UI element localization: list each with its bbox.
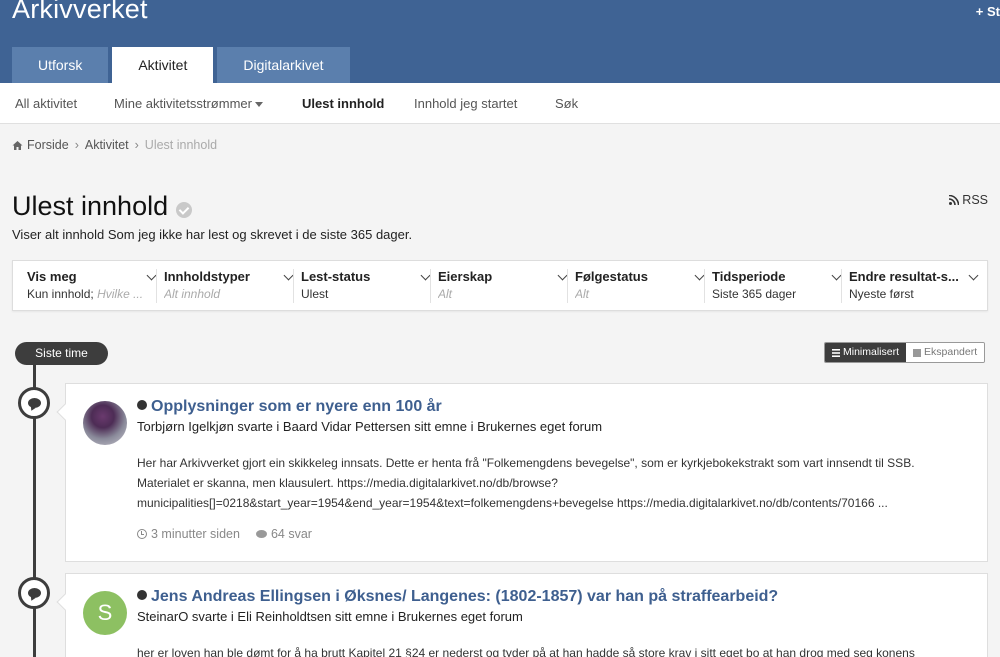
chevron-down-icon xyxy=(694,270,705,281)
rss-icon xyxy=(949,195,960,205)
view-expanded-button[interactable]: Ekspandert xyxy=(906,343,985,362)
tab-aktivitet[interactable]: Aktivitet xyxy=(112,47,214,83)
breadcrumb-separator: › xyxy=(74,138,79,152)
tab-utforsk[interactable]: Utforsk xyxy=(12,47,109,83)
chevron-down-icon xyxy=(420,270,431,281)
view-minimized-label: Minimalisert xyxy=(843,346,900,358)
subnav-all-activity[interactable]: All aktivitet xyxy=(15,96,77,111)
view-mode-toggle: Minimalisert Ekspandert xyxy=(824,342,986,363)
list-icon xyxy=(832,348,840,357)
square-icon xyxy=(913,348,922,357)
breadcrumb-home[interactable]: Forside xyxy=(27,138,69,152)
filter-content-types[interactable]: Innholdstyper Alt innhold xyxy=(164,269,294,305)
filter-divider xyxy=(841,269,842,303)
filter-label: Eierskap xyxy=(438,269,493,284)
breadcrumb-activity[interactable]: Aktivitet xyxy=(85,138,129,152)
view-minimized-button[interactable]: Minimalisert xyxy=(825,343,907,362)
filter-sort-results[interactable]: Endre resultat-s... Nyeste først xyxy=(849,269,979,305)
page-title-text: Ulest innhold xyxy=(12,191,169,221)
subnav-unread[interactable]: Ulest innhold xyxy=(302,96,384,111)
chevron-down-icon xyxy=(968,270,979,281)
post-title-link[interactable]: Opplysninger som er nyere enn 100 år xyxy=(137,398,442,416)
filter-value: Alt xyxy=(575,287,590,301)
breadcrumb-current: Ulest innhold xyxy=(144,138,218,152)
filter-value: Alt innhold xyxy=(164,287,221,301)
caret-down-icon xyxy=(254,102,263,108)
home-icon xyxy=(12,140,23,151)
post-title-link[interactable]: Jens Andreas Ellingsen i Øksnes/ Langene… xyxy=(137,588,778,606)
filter-time-period[interactable]: Tidsperiode Siste 365 dager xyxy=(712,269,842,305)
rss-label: RSS xyxy=(962,193,988,207)
subnav-my-streams[interactable]: Mine aktivitetsstrømmer xyxy=(114,96,263,111)
site-title[interactable]: Arkivverket xyxy=(12,0,148,25)
post-subtitle: SteinarO svarte i Eli Reinholdtsen sitt … xyxy=(137,609,523,624)
subnav-my-streams-label: Mine aktivitetsstrømmer xyxy=(114,96,252,111)
filter-label: Følgestatus xyxy=(575,269,648,284)
avatar[interactable]: S xyxy=(83,591,127,635)
unread-dot-icon xyxy=(137,590,147,600)
comment-icon xyxy=(18,577,50,609)
filter-ownership[interactable]: Eierskap Alt xyxy=(438,269,568,305)
filter-bar: Vis meg Kun innhold; Hvilke ... Innholds… xyxy=(12,260,988,311)
avatar[interactable] xyxy=(83,401,127,445)
page-description: Viser alt innhold Som jeg ikke har lest … xyxy=(12,227,413,242)
filter-divider xyxy=(567,269,568,303)
comment-icon xyxy=(18,387,50,419)
breadcrumb: Forside › Aktivitet › Ulest innhold xyxy=(12,138,217,152)
chevron-down-icon xyxy=(146,270,157,281)
activity-item: Opplysninger som er nyere enn 100 år Tor… xyxy=(56,383,988,562)
filter-value: Alt xyxy=(438,287,453,301)
filter-read-status[interactable]: Lest-status Ulest xyxy=(301,269,431,305)
post-meta: 3 minutter siden 64 svar xyxy=(137,527,328,541)
filter-label: Lest-status xyxy=(301,269,371,284)
chevron-down-icon xyxy=(557,270,568,281)
post-snippet: Her har Arkivverket gjort ein skikkeleg … xyxy=(137,456,915,510)
filter-label: Vis meg xyxy=(27,269,77,284)
unread-dot-icon xyxy=(137,400,147,410)
filter-value: Siste 365 dager xyxy=(712,287,797,301)
filter-label: Innholdstyper xyxy=(164,269,250,284)
filter-divider xyxy=(430,269,431,303)
filter-divider xyxy=(704,269,705,303)
activity-subnav: All aktivitet Mine aktivitetsstrømmer Ul… xyxy=(0,83,1000,124)
page-title: Ulest innhold xyxy=(12,191,193,222)
post-time: 3 minutter siden xyxy=(137,527,240,541)
tab-digitalarkivet[interactable]: Digitalarkivet xyxy=(217,47,350,83)
chevron-down-icon xyxy=(283,270,294,281)
activity-item: S Jens Andreas Ellingsen i Øksnes/ Lange… xyxy=(56,573,988,657)
rss-link[interactable]: RSS xyxy=(949,193,988,207)
clock-icon xyxy=(137,529,147,539)
subnav-search[interactable]: Søk xyxy=(555,96,578,111)
post-snippet: her er loven han ble dømt for å ha brutt… xyxy=(137,646,915,657)
subnav-content-i-started[interactable]: Innhold jeg startet xyxy=(414,96,517,111)
create-button[interactable]: + St xyxy=(976,4,1000,19)
filter-value: Nyeste først xyxy=(849,287,914,301)
main-tabs: Utforsk Aktivitet Digitalarkivet xyxy=(12,47,354,83)
time-group-label: Siste time xyxy=(15,342,108,365)
filter-label: Endre resultat-s... xyxy=(849,269,959,284)
filter-label: Tidsperiode xyxy=(712,269,786,284)
breadcrumb-separator: › xyxy=(134,138,139,152)
post-replies[interactable]: 64 svar xyxy=(255,527,312,541)
filter-divider xyxy=(156,269,157,303)
mark-read-icon[interactable] xyxy=(176,201,193,218)
filter-value: Kun innhold; Hvilke ... xyxy=(27,287,144,301)
chevron-down-icon xyxy=(831,270,842,281)
filter-value: Ulest xyxy=(301,287,329,301)
view-expanded-label: Ekspandert xyxy=(924,346,978,358)
comment-icon xyxy=(255,530,267,538)
filter-follow-status[interactable]: Følgestatus Alt xyxy=(575,269,705,305)
filter-divider xyxy=(293,269,294,303)
filter-vis-meg[interactable]: Vis meg Kun innhold; Hvilke ... xyxy=(27,269,157,305)
site-header: Arkivverket + St Utforsk Aktivitet Digit… xyxy=(0,0,1000,83)
post-subtitle: Torbjørn Igelkjøn svarte i Baard Vidar P… xyxy=(137,419,603,434)
